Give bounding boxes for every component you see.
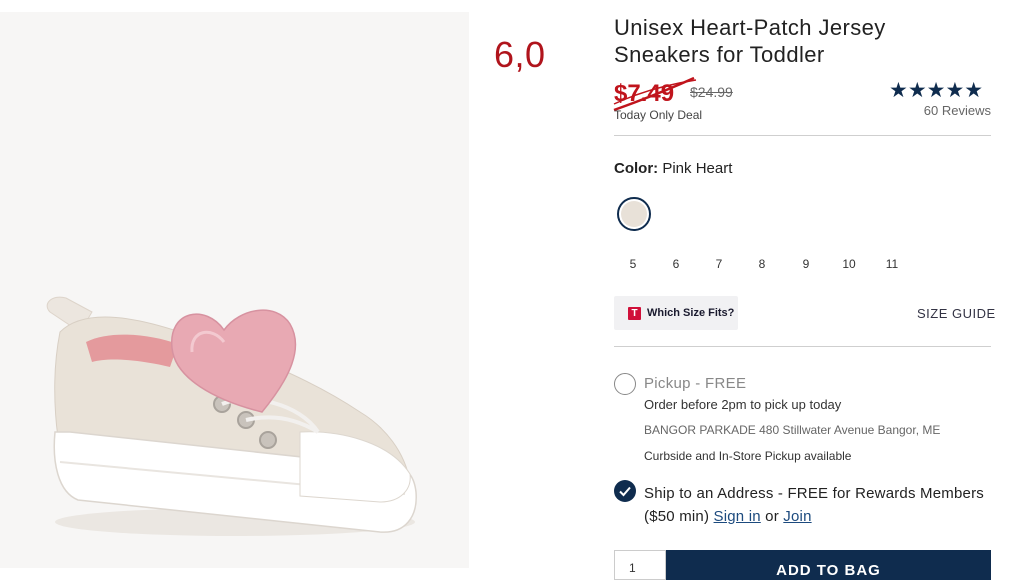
size-option[interactable]: 5 [615,257,651,271]
product-title: Unisex Heart-Patch Jersey Sneakers for T… [614,15,886,67]
size-guide-link[interactable]: SIZE GUIDE [917,306,996,321]
sneaker-illustration [46,296,417,536]
star-rating[interactable]: ★★★★★ [889,80,983,102]
sign-in-link[interactable]: Sign in [714,508,761,525]
add-to-bag-button[interactable]: ADD TO BAG [666,550,991,580]
which-size-fits-label: Which Size Fits? [647,307,735,319]
checkmark-icon [619,486,631,497]
color-value: Pink Heart [662,160,733,177]
deal-label: Today Only Deal [614,108,703,122]
pickup-title[interactable]: Pickup - FREE [644,375,746,392]
ship-checked-radio[interactable] [614,480,636,502]
swatch-fill [621,201,647,227]
curbside-text: Curbside and In-Store Pickup available [644,449,852,463]
original-price: $24.99 [690,84,733,100]
reviews-link[interactable]: 60 Reviews [919,103,991,118]
size-option[interactable]: 11 [874,257,910,271]
overlay-number: 6,0 [494,34,546,75]
join-link[interactable]: Join [783,508,811,525]
size-option[interactable]: 8 [744,257,780,271]
product-image[interactable] [0,12,469,568]
fit-badge-icon: T [628,306,641,320]
color-selection-label: Color: Pink Heart [614,160,732,177]
size-option[interactable]: 7 [701,257,737,271]
size-option[interactable]: 10 [831,257,867,271]
ship-text: Ship to an Address - FREE for Rewards Me… [644,485,984,525]
divider [614,135,991,136]
pickup-radio[interactable] [614,373,636,395]
ship-to-address-option[interactable]: Ship to an Address - FREE for Rewards Me… [644,482,984,528]
color-swatch-pink-heart[interactable] [617,197,651,231]
or-text: or [765,508,779,525]
store-address[interactable]: BANGOR PARKADE 480 Stillwater Avenue Ban… [644,423,940,437]
size-option[interactable]: 9 [788,257,824,271]
color-label: Color: [614,160,659,177]
quantity-select[interactable]: 1 [614,550,666,580]
divider [614,346,991,347]
pickup-cutoff-text: Order before 2pm to pick up today [644,397,842,412]
size-option[interactable]: 6 [658,257,694,271]
which-size-fits-button[interactable]: T Which Size Fits? [614,296,738,330]
